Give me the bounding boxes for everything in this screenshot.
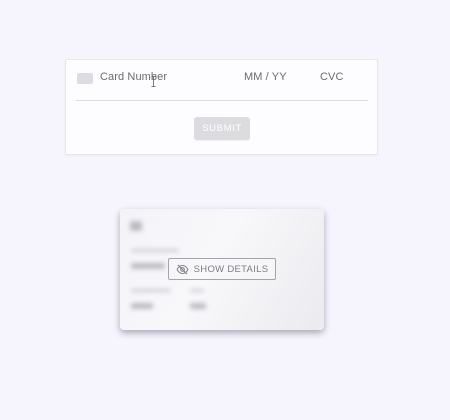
card-logo-placeholder [130,221,142,231]
card-brand-icon [77,73,93,84]
cvc-field[interactable]: CVC [320,71,344,83]
show-details-button[interactable]: SHOW DETAILS [168,258,276,280]
expiry-value-placeholder [131,303,153,309]
expiry-label-placeholder [131,289,171,292]
card-number-label-placeholder [131,249,179,252]
cvc-label-placeholder [190,289,204,292]
field-underline [76,100,368,101]
expiry-field[interactable]: MM / YY [244,71,287,83]
payment-form: Card Number MM / YY CVC SUBMIT [65,59,378,155]
card-number-field[interactable]: Card Number [100,71,167,83]
text-cursor-icon [151,76,156,87]
virtual-card: SHOW DETAILS [120,209,324,330]
cvc-value-placeholder [190,303,206,309]
show-details-label: SHOW DETAILS [193,263,269,275]
card-element-row[interactable]: Card Number MM / YY CVC [76,60,368,100]
card-number-value-placeholder [131,263,165,269]
submit-button[interactable]: SUBMIT [194,117,250,140]
eye-off-icon [176,264,189,274]
